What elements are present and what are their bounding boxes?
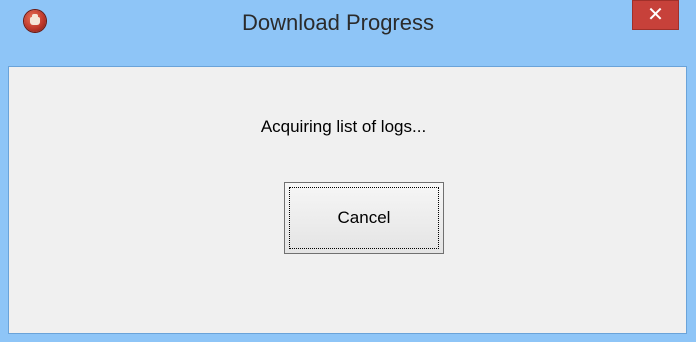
dialog-body: Acquiring list of logs... Cancel (8, 66, 687, 334)
cancel-button[interactable]: Cancel (284, 182, 444, 254)
close-button[interactable]: ✕ (632, 0, 679, 30)
cancel-button-label: Cancel (337, 208, 391, 227)
status-message: Acquiring list of logs... (260, 117, 427, 136)
window-title: Download Progress (242, 10, 434, 35)
title-bar[interactable]: Download Progress ✕ (0, 0, 696, 36)
download-progress-window: Download Progress ✕ Acquiring list of lo… (0, 0, 696, 342)
close-icon: ✕ (647, 2, 664, 26)
